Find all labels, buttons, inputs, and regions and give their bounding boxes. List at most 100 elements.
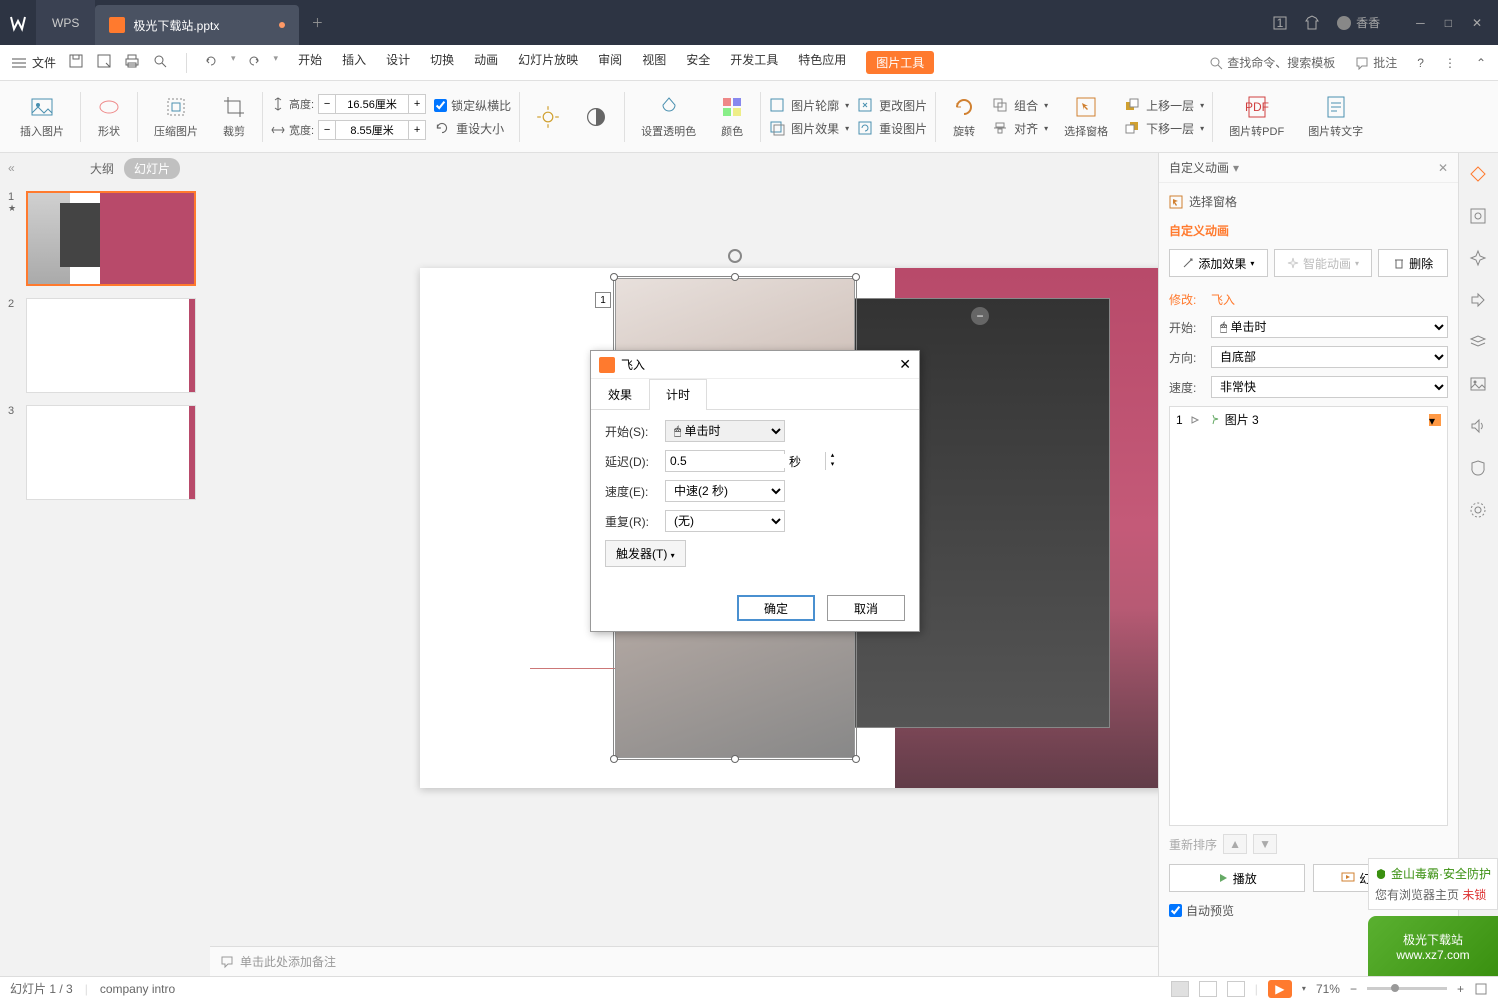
- contrast-button[interactable]: [576, 101, 616, 133]
- tab-dev[interactable]: 开发工具: [730, 51, 778, 74]
- insert-image-button[interactable]: 插入图片: [12, 91, 72, 143]
- cancel-button[interactable]: 取消: [827, 595, 905, 621]
- skin-icon[interactable]: [1304, 15, 1320, 31]
- format-icon[interactable]: [1469, 207, 1489, 227]
- repeat-select[interactable]: (无): [665, 510, 785, 532]
- add-effect-button[interactable]: 添加效果▾: [1169, 249, 1268, 277]
- width-plus[interactable]: +: [408, 120, 426, 140]
- speed-select[interactable]: 非常快: [1211, 376, 1448, 398]
- move-up-button[interactable]: ▲: [1223, 834, 1247, 854]
- compress-button[interactable]: 压缩图片: [146, 91, 206, 143]
- delete-button[interactable]: 删除: [1378, 249, 1448, 277]
- delay-input[interactable]: [670, 454, 825, 468]
- redo-dropdown[interactable]: ▾: [274, 53, 279, 73]
- slides-tab[interactable]: 幻灯片: [124, 158, 180, 179]
- direction-select[interactable]: 自底部: [1211, 346, 1448, 368]
- delay-spinner[interactable]: ▴▾: [665, 450, 785, 472]
- help-icon[interactable]: ?: [1417, 56, 1424, 70]
- select-pane-link[interactable]: 选择窗格: [1169, 193, 1448, 210]
- rotate-button[interactable]: 旋转: [944, 91, 984, 143]
- height-input[interactable]: [336, 94, 408, 114]
- list-item[interactable]: 1 图片 3 ▾: [1170, 407, 1447, 432]
- tab-transition[interactable]: 切换: [430, 51, 454, 74]
- reset-size-button[interactable]: 重设大小: [434, 120, 511, 137]
- tab-picture-tools[interactable]: 图片工具: [866, 51, 934, 74]
- add-tab-button[interactable]: ＋: [299, 14, 335, 31]
- zoom-in-button[interactable]: +: [1457, 982, 1464, 996]
- to-text-button[interactable]: 图片转文字: [1300, 91, 1371, 143]
- selected-indicator[interactable]: ▾: [1429, 414, 1441, 426]
- align-button[interactable]: 对齐▾: [992, 120, 1048, 137]
- search-box[interactable]: 查找命令、搜索模板: [1209, 54, 1335, 71]
- settings-icon[interactable]: [1469, 501, 1489, 521]
- dialog-close-button[interactable]: ✕: [899, 356, 911, 373]
- change-image-button[interactable]: 更改图片: [857, 97, 927, 114]
- transparency-button[interactable]: 设置透明色: [633, 91, 704, 143]
- transition-icon[interactable]: [1469, 291, 1489, 311]
- tab-review[interactable]: 审阅: [598, 51, 622, 74]
- height-plus[interactable]: +: [408, 94, 426, 114]
- rotate-handle[interactable]: [728, 249, 742, 263]
- reading-view-button[interactable]: [1227, 981, 1245, 997]
- print-preview-icon[interactable]: [152, 53, 170, 71]
- shield-icon[interactable]: [1469, 459, 1489, 479]
- width-minus[interactable]: −: [318, 120, 336, 140]
- effect-tab[interactable]: 效果: [591, 379, 649, 409]
- trigger-button[interactable]: 触发器(T) ▾: [605, 540, 686, 567]
- redo-icon[interactable]: [246, 53, 264, 71]
- tab-special[interactable]: 特色应用: [798, 51, 846, 74]
- play-button[interactable]: 播放: [1169, 864, 1305, 892]
- speed-select[interactable]: 中速(2 秒): [665, 480, 785, 502]
- tab-animation[interactable]: 动画: [474, 51, 498, 74]
- dropdown-icon[interactable]: ▾: [1233, 161, 1239, 175]
- layer-icon[interactable]: [1469, 333, 1489, 353]
- tab-design[interactable]: 设计: [386, 51, 410, 74]
- tab-view[interactable]: 视图: [642, 51, 666, 74]
- zoom-out-button[interactable]: −: [1350, 982, 1357, 996]
- undo-icon[interactable]: [203, 53, 221, 71]
- bring-forward-button[interactable]: 上移一层▾: [1124, 97, 1204, 114]
- tab-start[interactable]: 开始: [298, 51, 322, 74]
- slide-thumb-2[interactable]: [26, 298, 196, 393]
- user-avatar[interactable]: 香香: [1336, 14, 1380, 31]
- animation-icon[interactable]: [1469, 249, 1489, 269]
- select-pane-button[interactable]: 选择窗格: [1056, 91, 1116, 143]
- height-minus[interactable]: −: [318, 94, 336, 114]
- spin-up[interactable]: ▴: [825, 452, 839, 461]
- print-icon[interactable]: [124, 53, 142, 71]
- tab-security[interactable]: 安全: [686, 51, 710, 74]
- save-icon[interactable]: [68, 53, 86, 71]
- collapse-ribbon-icon[interactable]: ⌃: [1476, 56, 1486, 70]
- crop-button[interactable]: 裁剪: [214, 91, 254, 143]
- timing-tab[interactable]: 计时: [649, 379, 707, 410]
- send-backward-button[interactable]: 下移一层▾: [1124, 120, 1204, 137]
- color-button[interactable]: 颜色: [712, 91, 752, 143]
- image-icon[interactable]: [1469, 375, 1489, 395]
- close-button[interactable]: ✕: [1472, 16, 1482, 30]
- notification-icon[interactable]: 1: [1272, 15, 1288, 31]
- reset-image-button[interactable]: 重设图片: [857, 120, 927, 137]
- to-pdf-button[interactable]: PDF 图片转PDF: [1221, 91, 1292, 143]
- audio-icon[interactable]: [1469, 417, 1489, 437]
- wps-button[interactable]: WPS: [36, 0, 95, 45]
- dialog-titlebar[interactable]: 飞入 ✕: [591, 351, 919, 379]
- slide-thumb-1[interactable]: [26, 191, 196, 286]
- shape-button[interactable]: 形状: [89, 91, 129, 143]
- sorter-view-button[interactable]: [1199, 981, 1217, 997]
- play-dropdown[interactable]: ▾: [1302, 984, 1306, 993]
- start-select[interactable]: 🖱 单击时: [665, 420, 785, 442]
- close-panel-button[interactable]: ✕: [1438, 161, 1448, 175]
- diamond-icon[interactable]: [1469, 165, 1489, 185]
- effect-button[interactable]: 图片效果▾: [769, 120, 849, 137]
- start-select[interactable]: 🖱 单击时: [1211, 316, 1448, 338]
- zoom-slider[interactable]: [1367, 987, 1447, 990]
- brightness-button[interactable]: [528, 101, 568, 133]
- animation-list[interactable]: 1 图片 3 ▾: [1169, 406, 1448, 826]
- fit-button[interactable]: [1474, 981, 1488, 996]
- normal-view-button[interactable]: [1171, 981, 1189, 997]
- collapse-panel-icon[interactable]: «: [8, 161, 15, 175]
- undo-dropdown[interactable]: ▾: [231, 53, 236, 73]
- tab-slideshow[interactable]: 幻灯片放映: [518, 51, 578, 74]
- smart-anim-button[interactable]: 智能动画▾: [1274, 249, 1373, 277]
- file-menu[interactable]: 文件: [12, 54, 56, 71]
